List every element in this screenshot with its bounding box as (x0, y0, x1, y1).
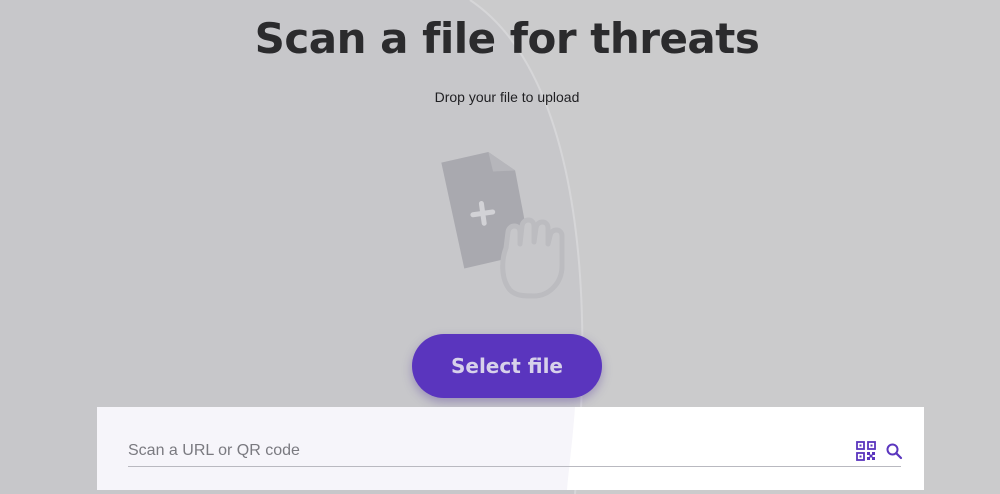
url-scan-panel (97, 407, 924, 490)
page-subtitle: Drop your file to upload (434, 89, 580, 105)
search-icon[interactable] (885, 442, 903, 460)
scan-page: Scan a file for threats Drop your file t… (0, 0, 1000, 494)
select-file-button[interactable]: Select file (412, 334, 602, 398)
qr-code-icon[interactable] (856, 441, 876, 461)
url-input[interactable] (128, 437, 828, 465)
left-edge-strip (0, 0, 14, 494)
url-input-underline (128, 466, 901, 467)
page-title: Scan a file for threats (254, 14, 760, 63)
file-plus-hand-icon (441, 152, 565, 299)
